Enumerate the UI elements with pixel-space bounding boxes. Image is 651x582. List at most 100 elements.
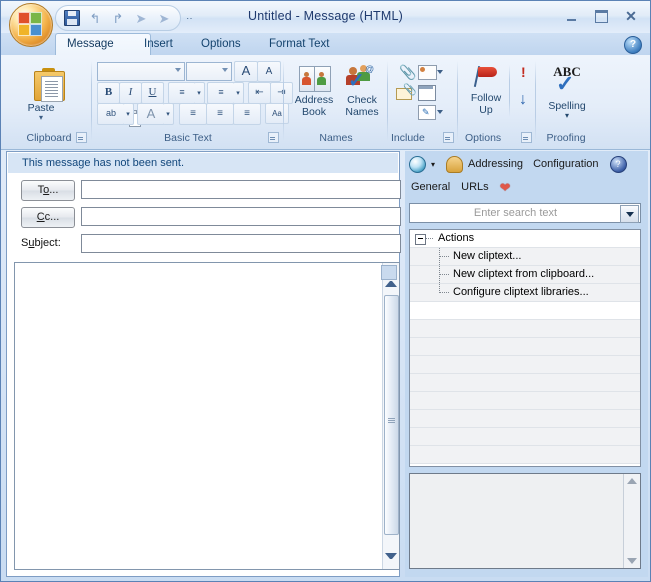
panel-tab-urls[interactable]: URLs <box>461 181 489 193</box>
numbering-dropdown[interactable]: ▾ <box>233 82 244 104</box>
bullets-icon: ≡ <box>179 87 185 97</box>
copy-button[interactable] <box>63 81 141 127</box>
panel-help-icon[interactable]: ? <box>609 155 627 173</box>
list-item[interactable]: New cliptext... <box>410 248 640 266</box>
cliptext-app-icon[interactable] <box>409 155 426 173</box>
calendar-button[interactable] <box>415 81 439 103</box>
maximize-button[interactable] <box>588 7 614 25</box>
search-combo[interactable]: Enter search text <box>409 203 641 223</box>
cut-button[interactable]: ✂ <box>63 61 137 84</box>
list-item[interactable] <box>410 464 640 466</box>
list-item[interactable] <box>410 338 640 356</box>
help-button[interactable]: ? <box>624 36 642 54</box>
heart-icon[interactable]: ❤ <box>500 181 511 194</box>
low-importance-button[interactable]: ↓ <box>513 89 535 117</box>
numbering-button[interactable]: ≡ <box>207 82 235 104</box>
basic-text-dialog-launcher[interactable] <box>268 132 279 143</box>
scroll-up-button[interactable] <box>385 281 397 293</box>
align-right-button[interactable]: ≡ <box>233 103 261 125</box>
grow-font-button[interactable]: A <box>234 61 258 82</box>
list-item[interactable]: Configure cliptext libraries... <box>410 284 640 302</box>
bullets-button[interactable]: ≡ <box>168 82 196 104</box>
attach-file-button[interactable]: 📎 <box>393 61 416 83</box>
chevron-down-icon[interactable] <box>437 110 443 114</box>
panel-tab-general[interactable]: General <box>411 181 450 193</box>
high-importance-button[interactable]: ! <box>513 61 535 89</box>
actions-tree[interactable]: Actions New cliptext... New cliptext fro… <box>409 229 641 467</box>
shrink-font-button[interactable]: A <box>257 61 281 82</box>
font-size-combo[interactable] <box>186 62 232 81</box>
check-names-button[interactable]: @ ✓ Check Names <box>337 61 387 125</box>
tab-format-text[interactable]: Format Text <box>258 33 341 55</box>
text-highlight-button[interactable]: ab <box>97 103 125 125</box>
list-item[interactable] <box>410 374 640 392</box>
list-item[interactable] <box>410 392 640 410</box>
underline-button[interactable]: U <box>141 82 164 104</box>
align-left-button[interactable]: ≡ <box>179 103 207 125</box>
scroll-down-button[interactable] <box>385 553 397 565</box>
business-card-button[interactable] <box>415 61 447 83</box>
preview-scrollbar[interactable] <box>623 474 640 568</box>
panel-dropdown-icon[interactable]: ▾ <box>431 160 435 169</box>
close-button[interactable]: ✕ <box>618 7 644 25</box>
to-value <box>82 181 400 185</box>
list-item[interactable] <box>410 446 640 464</box>
office-button[interactable] <box>9 3 53 47</box>
list-item[interactable] <box>410 302 640 320</box>
message-body[interactable] <box>14 262 400 570</box>
preview-pane[interactable] <box>409 473 641 569</box>
down-arrow-icon: ↓ <box>519 91 527 108</box>
cc-button[interactable]: Cc... <box>21 207 75 228</box>
clipboard-dialog-launcher[interactable] <box>76 132 87 143</box>
chevron-down-icon: ▾ <box>166 111 170 118</box>
tree-root-row[interactable]: Actions <box>410 230 640 248</box>
preview-scroll-down-button[interactable] <box>627 558 637 564</box>
paste-dropdown-icon[interactable]: ▾ <box>16 113 66 122</box>
follow-up-button[interactable]: Follow Up <box>463 61 509 125</box>
body-scrollbar[interactable] <box>381 263 399 569</box>
list-item[interactable] <box>410 428 640 446</box>
configuration-button[interactable]: Configuration <box>533 158 598 170</box>
list-item[interactable] <box>410 410 640 428</box>
font-name-combo[interactable] <box>97 62 185 81</box>
bold-button[interactable]: B <box>97 82 120 104</box>
spelling-dropdown-icon[interactable]: ▾ <box>542 111 592 120</box>
follow-up-label-2: Up <box>479 104 493 116</box>
highlight-dropdown[interactable]: ▾ <box>123 103 134 125</box>
bullets-dropdown[interactable]: ▾ <box>194 82 205 104</box>
font-color-button[interactable]: A <box>137 103 165 125</box>
to-button[interactable]: To... <box>21 180 75 201</box>
minimize-button[interactable] <box>558 7 584 25</box>
preview-scroll-up-button[interactable] <box>627 478 637 484</box>
tree-item-label: New cliptext... <box>453 250 522 262</box>
collapse-icon[interactable] <box>415 234 426 245</box>
format-painter-button[interactable] <box>63 101 143 165</box>
address-book-button[interactable]: Address Book <box>289 61 339 125</box>
options-dialog-launcher[interactable] <box>521 132 532 143</box>
font-color-dropdown[interactable]: ▾ <box>163 103 174 125</box>
check-names-label-2: Names <box>345 106 379 118</box>
cc-field[interactable] <box>81 207 401 226</box>
list-item[interactable]: New cliptext from clipboard... <box>410 266 640 284</box>
spelling-button[interactable]: ABC ✓ Spelling ▾ <box>541 61 593 125</box>
align-left-icon: ≡ <box>190 108 196 119</box>
search-input[interactable]: Enter search text <box>410 204 621 222</box>
include-dialog-launcher[interactable] <box>443 132 454 143</box>
to-field[interactable] <box>81 180 401 199</box>
chevron-down-icon[interactable] <box>437 70 443 74</box>
search-dropdown-button[interactable] <box>620 205 639 223</box>
attachment-indicator-icon[interactable] <box>381 265 397 280</box>
subject-field[interactable] <box>81 234 401 253</box>
decrease-indent-button[interactable]: ⇤ <box>248 82 271 104</box>
tab-options[interactable]: Options <box>190 33 252 55</box>
align-center-button[interactable]: ≡ <box>206 103 234 125</box>
italic-button[interactable]: I <box>119 82 142 104</box>
body-scrollbar-thumb[interactable] <box>384 295 399 535</box>
tab-insert[interactable]: Insert <box>133 33 184 55</box>
signature-button[interactable]: ✎ <box>415 101 447 123</box>
attach-item-button[interactable]: 📎 <box>393 81 417 103</box>
list-item[interactable] <box>410 356 640 374</box>
addressing-button[interactable]: Addressing <box>468 158 523 170</box>
paste-button[interactable]: Paste ▾ <box>15 61 67 125</box>
list-item[interactable] <box>410 320 640 338</box>
